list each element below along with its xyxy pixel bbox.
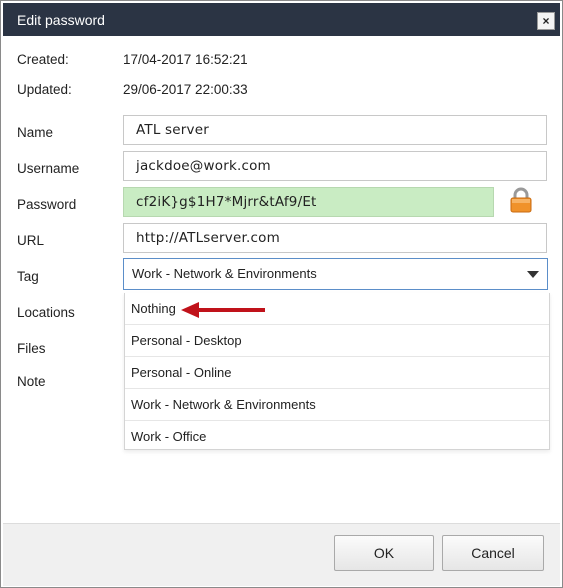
close-icon[interactable]: ×: [537, 12, 555, 30]
lock-icon[interactable]: [510, 187, 532, 213]
files-label: Files: [17, 341, 46, 356]
username-input[interactable]: jackdoe@work.com: [123, 151, 547, 181]
created-value: 17/04-2017 16:52:21: [123, 52, 248, 67]
note-label: Note: [17, 374, 46, 389]
tag-option-personal-desktop[interactable]: Personal - Desktop: [125, 325, 549, 357]
url-input[interactable]: http://ATLserver.com: [123, 223, 547, 253]
url-label: URL: [17, 233, 45, 248]
tag-select[interactable]: Work - Network & Environments: [123, 258, 548, 290]
arrow-left-icon: [181, 302, 265, 318]
password-label: Password: [17, 197, 77, 212]
tag-label: Tag: [17, 269, 39, 284]
locations-label: Locations: [17, 305, 75, 320]
cancel-button[interactable]: Cancel: [442, 535, 544, 571]
updated-label: Updated:: [17, 82, 72, 97]
title-bar: Edit password ×: [3, 3, 560, 36]
password-input[interactable]: cf2iK}g$1H7*Mjrr&tAf9/Et: [123, 187, 494, 217]
dialog-footer: OK Cancel: [3, 523, 560, 586]
name-label: Name: [17, 125, 54, 140]
tag-select-value: Work - Network & Environments: [132, 266, 317, 281]
tag-option-personal-online[interactable]: Personal - Online: [125, 357, 549, 389]
username-label: Username: [17, 161, 80, 176]
tag-option-work-office[interactable]: Work - Office: [125, 421, 549, 452]
created-label: Created:: [17, 52, 69, 67]
chevron-down-icon[interactable]: [527, 271, 539, 278]
edit-password-dialog: Edit password × Created: 17/04-2017 16:5…: [0, 0, 563, 588]
ok-button[interactable]: OK: [334, 535, 434, 571]
dialog-title: Edit password: [17, 12, 105, 28]
name-input[interactable]: ATL server: [123, 115, 547, 145]
tag-option-work-network[interactable]: Work - Network & Environments: [125, 389, 549, 421]
updated-value: 29/06-2017 22:00:33: [123, 82, 248, 97]
